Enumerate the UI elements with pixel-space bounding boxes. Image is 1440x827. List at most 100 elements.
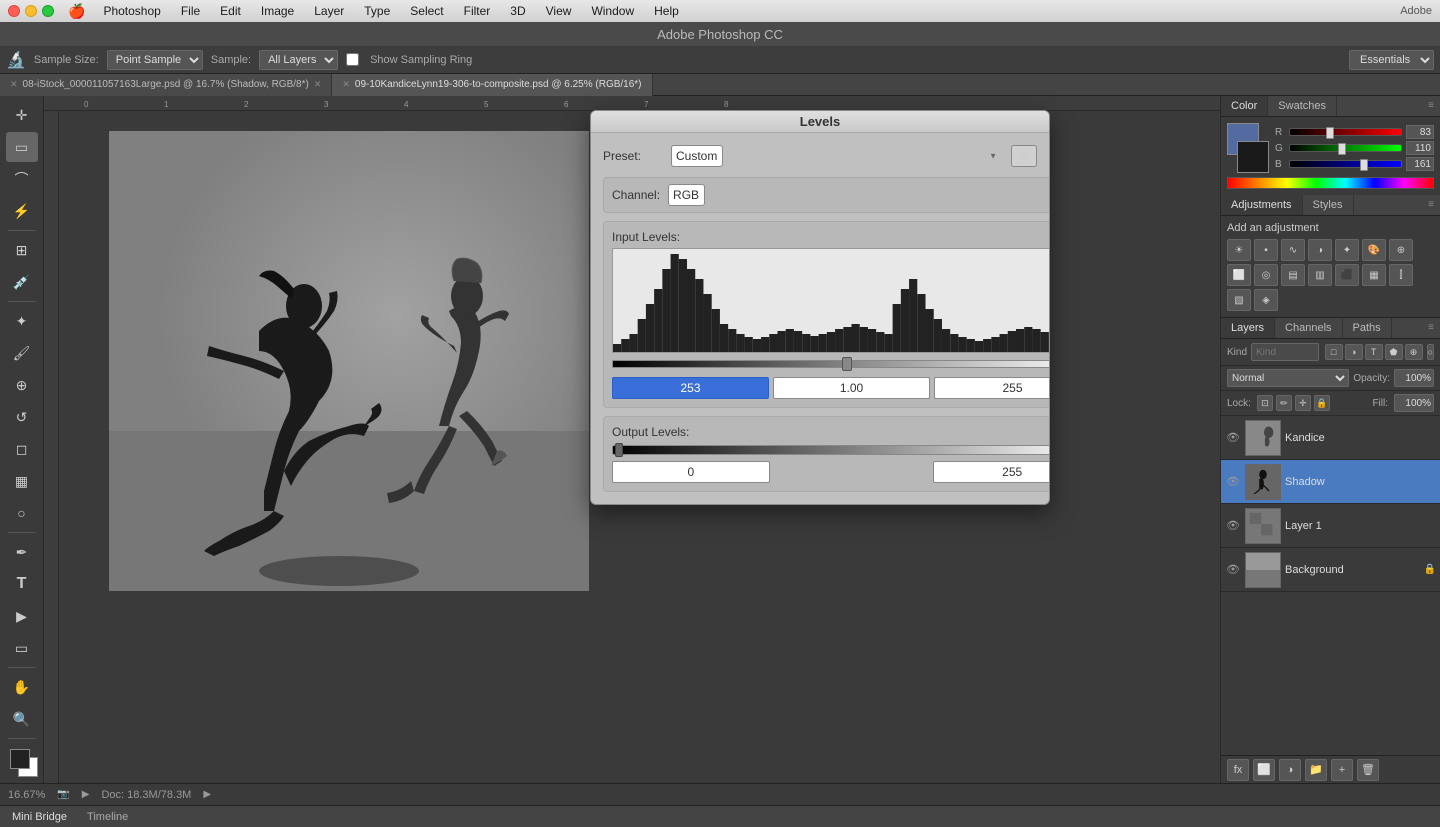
layer-filter-adj[interactable]: ◑: [1345, 344, 1363, 360]
menu-photoshop[interactable]: Photoshop: [97, 4, 166, 18]
lock-position-icon[interactable]: ✛: [1295, 395, 1311, 411]
color-panel-menu[interactable]: ≡: [1422, 96, 1440, 116]
menu-filter[interactable]: Filter: [458, 4, 497, 18]
shape-tool[interactable]: ▭: [6, 633, 38, 663]
lock-all-icon[interactable]: 🔒: [1314, 395, 1330, 411]
g-slider-handle[interactable]: [1338, 143, 1346, 155]
input-mid-handle[interactable]: [842, 357, 852, 371]
blend-mode-select[interactable]: Normal: [1227, 369, 1349, 387]
opacity-input[interactable]: [1394, 369, 1434, 387]
r-slider-handle[interactable]: [1326, 127, 1334, 139]
adjustments-tab[interactable]: Adjustments: [1221, 195, 1303, 215]
delete-layer-button[interactable]: 🗑: [1357, 759, 1379, 781]
zoom-tool[interactable]: 🔍: [6, 704, 38, 734]
b-slider[interactable]: [1289, 160, 1402, 168]
tab-2-close[interactable]: ✕: [342, 79, 350, 90]
lock-transparent-icon[interactable]: ⊡: [1257, 395, 1273, 411]
show-ring-checkbox[interactable]: [346, 53, 359, 66]
gradient-tool[interactable]: ▦: [6, 466, 38, 496]
layers-panel-menu[interactable]: ≡: [1422, 318, 1440, 338]
input-mid-value[interactable]: [773, 377, 930, 399]
essentials-select[interactable]: Essentials: [1349, 50, 1434, 70]
channels-tab[interactable]: Channels: [1275, 318, 1342, 338]
brush-tool[interactable]: 🖌: [6, 338, 38, 368]
channelmix-adj-icon[interactable]: ▤: [1281, 264, 1305, 286]
menu-image[interactable]: Image: [255, 4, 300, 18]
swatches-tab[interactable]: Swatches: [1268, 96, 1337, 116]
layer-filter-pixel[interactable]: □: [1325, 344, 1343, 360]
sample-size-select[interactable]: Point Sample: [107, 50, 203, 70]
b-value[interactable]: 161: [1406, 157, 1434, 171]
brightness-adj-icon[interactable]: ☀: [1227, 239, 1251, 261]
apple-menu[interactable]: 🍎: [68, 3, 85, 20]
styles-tab[interactable]: Styles: [1303, 195, 1354, 215]
timeline-tab[interactable]: Timeline: [83, 811, 132, 823]
foreground-background-colors[interactable]: [6, 747, 38, 777]
threshold-adj-icon[interactable]: ⫿: [1389, 264, 1413, 286]
layers-search[interactable]: [1251, 343, 1319, 361]
color-spectrum[interactable]: [1227, 177, 1434, 189]
lock-image-icon[interactable]: ✏: [1276, 395, 1292, 411]
menu-3d[interactable]: 3D: [504, 4, 531, 18]
close-button[interactable]: [8, 5, 20, 17]
bw-adj-icon[interactable]: ⬜: [1227, 264, 1251, 286]
eraser-tool[interactable]: ◻: [6, 434, 38, 464]
r-slider[interactable]: [1289, 128, 1402, 136]
layer-vis-shadow[interactable]: 👁: [1225, 474, 1241, 490]
marquee-tool[interactable]: ▭: [6, 132, 38, 162]
maximize-button[interactable]: [42, 5, 54, 17]
new-layer-button[interactable]: +: [1331, 759, 1353, 781]
mini-bridge-tab[interactable]: Mini Bridge: [8, 811, 71, 823]
tab-1-close2[interactable]: ✕: [314, 79, 322, 90]
add-mask-button[interactable]: ⬜: [1253, 759, 1275, 781]
preset-select[interactable]: Custom: [671, 145, 723, 167]
colorbalance-adj-icon[interactable]: ⊕: [1389, 239, 1413, 261]
exposure-adj-icon[interactable]: ◑: [1308, 239, 1332, 261]
layer-item-shadow[interactable]: 👁 Shadow: [1221, 460, 1440, 504]
foreground-color[interactable]: [10, 749, 30, 769]
input-white-value[interactable]: [934, 377, 1050, 399]
b-slider-handle[interactable]: [1360, 159, 1368, 171]
colorlookup-adj-icon[interactable]: ▥: [1308, 264, 1332, 286]
timeline-arrow[interactable]: ▶: [203, 789, 211, 800]
input-black-value[interactable]: [612, 377, 769, 399]
r-value[interactable]: 83: [1406, 125, 1434, 139]
output-black-value[interactable]: [612, 461, 770, 483]
layer-item-background[interactable]: 👁 Background 🔒: [1221, 548, 1440, 592]
levels-adj-icon[interactable]: ▪: [1254, 239, 1278, 261]
add-group-button[interactable]: 📁: [1305, 759, 1327, 781]
layer-filter-shape[interactable]: ⬟: [1385, 344, 1403, 360]
layer-filter-smart[interactable]: ⊕: [1405, 344, 1423, 360]
layer-vis-kandice[interactable]: 👁: [1225, 430, 1241, 446]
layers-tab[interactable]: Layers: [1221, 318, 1275, 338]
text-tool[interactable]: T: [6, 569, 38, 599]
menu-edit[interactable]: Edit: [214, 4, 247, 18]
history-brush-tool[interactable]: ↺: [6, 402, 38, 432]
hsl-adj-icon[interactable]: 🎨: [1362, 239, 1386, 261]
clone-stamp-tool[interactable]: ⊕: [6, 370, 38, 400]
gradientmap-adj-icon[interactable]: ▧: [1227, 289, 1251, 311]
layer-item-kandice[interactable]: 👁 Kandice: [1221, 416, 1440, 460]
background-color-swatch[interactable]: [1237, 141, 1269, 173]
path-select-tool[interactable]: ▶: [6, 601, 38, 631]
pen-tool[interactable]: ✒: [6, 537, 38, 567]
levels-gear-button[interactable]: ⚙: [1011, 145, 1037, 167]
tab-2[interactable]: ✕ 09-10KandiceLynn19-306-to-composite.ps…: [332, 74, 652, 96]
vibrance-adj-icon[interactable]: ✦: [1335, 239, 1359, 261]
g-slider[interactable]: [1289, 144, 1402, 152]
menu-type[interactable]: Type: [358, 4, 396, 18]
menu-layer[interactable]: Layer: [308, 4, 350, 18]
tab-1-close[interactable]: ✕: [10, 79, 18, 90]
menu-file[interactable]: File: [175, 4, 206, 18]
menu-help[interactable]: Help: [648, 4, 685, 18]
lasso-tool[interactable]: ⌒: [6, 164, 38, 194]
output-slider-track[interactable]: [612, 445, 1050, 455]
layer-vis-layer1[interactable]: 👁: [1225, 518, 1241, 534]
minimize-button[interactable]: [25, 5, 37, 17]
layer-filter-type[interactable]: T: [1365, 344, 1383, 360]
move-tool[interactable]: ✛: [6, 100, 38, 130]
photofilter-adj-icon[interactable]: ◎: [1254, 264, 1278, 286]
curves-adj-icon[interactable]: ∿: [1281, 239, 1305, 261]
menu-select[interactable]: Select: [404, 4, 449, 18]
adjustments-panel-menu[interactable]: ≡: [1422, 195, 1440, 215]
